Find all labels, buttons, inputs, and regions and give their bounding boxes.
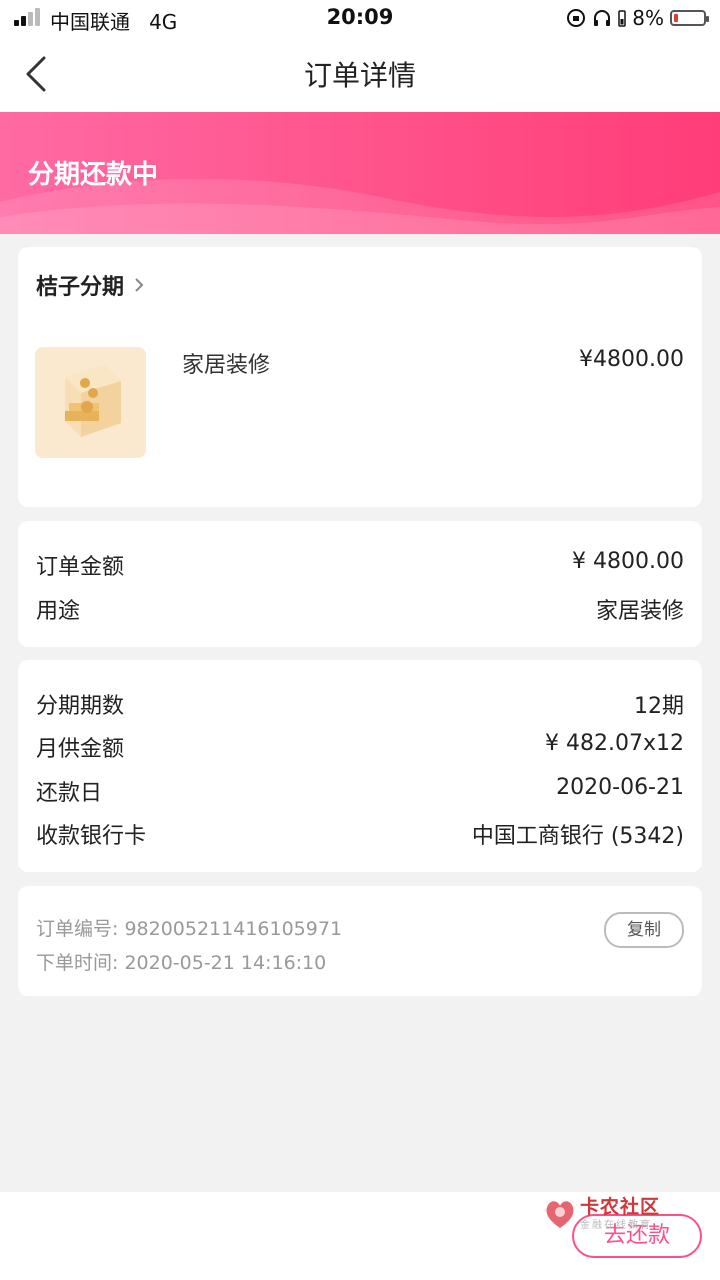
summary-row-amount: 订单金额 ¥ 4800.00 (36, 549, 684, 581)
product-thumbnail (35, 347, 146, 458)
summary-value: ¥ 4800.00 (572, 549, 684, 574)
status-bar: 中国联通 4G 20:09 8% (0, 0, 720, 36)
order-number: 订单编号: 982005211416105971 (36, 918, 343, 940)
installment-row-monthly: 月供金额 ¥ 482.07x12 (36, 731, 684, 763)
summary-row-purpose: 用途 家居装修 (36, 593, 684, 625)
installment-row-periods: 分期期数 12期 (36, 688, 684, 720)
product-card: 桔子分期 家居装修 ¥4800.00 (18, 247, 702, 507)
battery-percent: 8% (632, 6, 664, 30)
watermark-subtext: 金融在线教育 (580, 1220, 652, 1231)
summary-label: 订单金额 (36, 555, 125, 580)
installment-value: 12期 (634, 694, 684, 719)
status-right: 8% (566, 6, 709, 30)
product-price: ¥4800.00 (579, 347, 684, 372)
installment-value: 中国工商银行 (5342) (471, 824, 684, 849)
battery-icon (670, 10, 709, 26)
order-time: 下单时间: 2020-05-21 14:16:10 (36, 952, 327, 974)
summary-label: 用途 (36, 599, 81, 624)
merchant-name: 桔子分期 (36, 275, 125, 300)
watermark-logo-icon (546, 1201, 574, 1228)
installment-label: 月供金额 (36, 737, 125, 762)
copy-button[interactable]: 复制 (604, 912, 684, 948)
coin-box-icon (65, 365, 121, 437)
installment-row-due-date: 还款日 2020-06-21 (36, 775, 684, 807)
installment-label: 分期期数 (36, 694, 125, 719)
page-title: 订单详情 (303, 59, 416, 92)
battery-small-icon (618, 10, 627, 27)
installment-label: 收款银行卡 (36, 824, 147, 849)
watermark: 卡农社区 金融在线教育 (542, 1190, 682, 1240)
installment-value: 2020-06-21 (556, 775, 684, 800)
chevron-right-icon (135, 278, 144, 292)
rotation-lock-icon (567, 9, 586, 27)
installment-value: ¥ 482.07x12 (545, 731, 684, 756)
summary-value: 家居装修 (595, 599, 684, 624)
product-name: 家居装修 (182, 353, 271, 378)
status-banner: 分期还款中 (0, 112, 720, 234)
order-summary-card: 订单金额 ¥ 4800.00 用途 家居装修 (18, 521, 702, 647)
installment-card: 分期期数 12期 月供金额 ¥ 482.07x12 还款日 2020-06-21… (18, 660, 702, 872)
installment-row-bank-card: 收款银行卡 中国工商银行 (5342) (36, 818, 684, 850)
order-meta-card: 订单编号: 982005211416105971 下单时间: 2020-05-2… (18, 886, 702, 996)
merchant-link[interactable]: 桔子分期 (36, 269, 144, 301)
status-text: 分期还款中 (28, 160, 159, 190)
installment-label: 还款日 (36, 781, 103, 806)
headphones-icon (594, 10, 611, 26)
watermark-text: 卡农社区 (580, 1196, 661, 1218)
nav-bar: 订单详情 (0, 36, 720, 112)
